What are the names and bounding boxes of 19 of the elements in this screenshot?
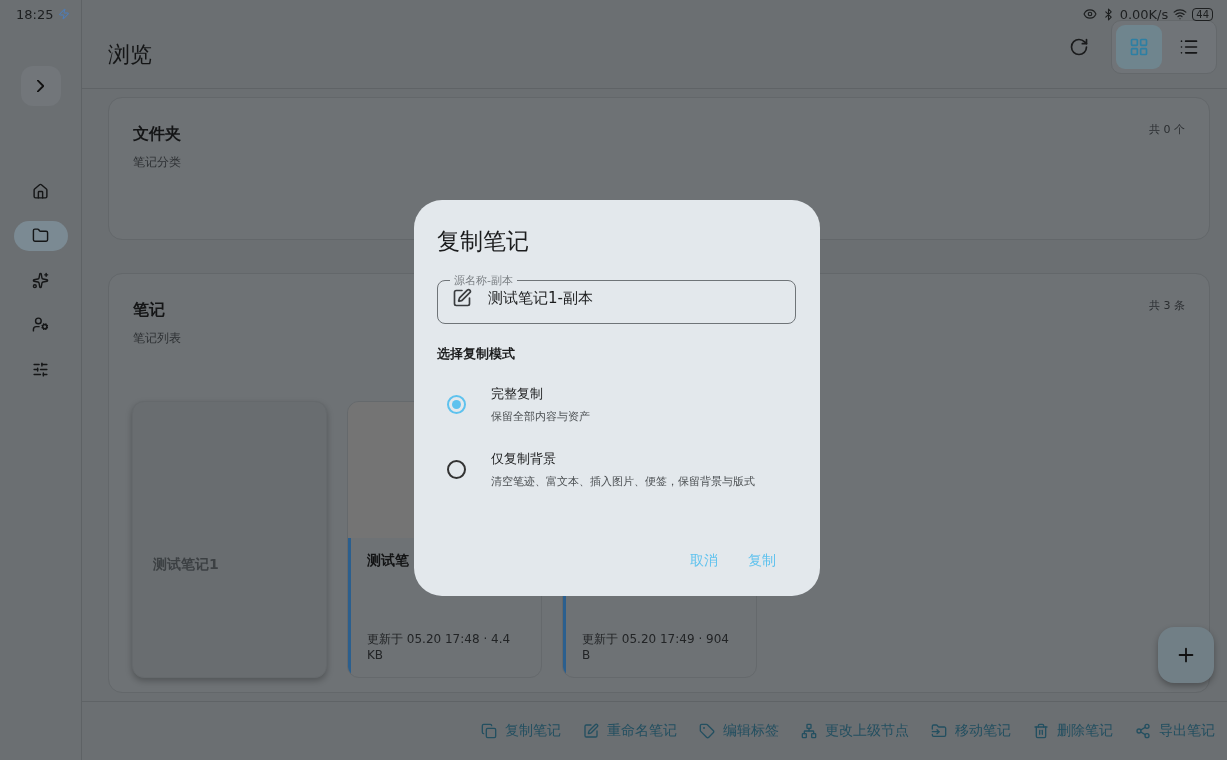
battery-level: 44	[1192, 7, 1213, 21]
folder-count: 共 0 个	[1149, 121, 1185, 137]
page-title: 浏览	[108, 40, 152, 69]
note-meta: 更新于 05.20 17:48 · 4.4 KB	[367, 630, 512, 663]
option-description: 清空笔迹、富文本、插入图片、便签，保留背景与版式	[491, 474, 755, 489]
option-description: 保留全部内容与资产	[491, 409, 590, 424]
section-title: 笔记	[133, 299, 166, 321]
section-subtitle: 笔记列表	[133, 329, 181, 347]
option-title: 仅复制背景	[491, 450, 557, 468]
note-count: 共 3 条	[1149, 297, 1185, 313]
option-title: 完整复制	[491, 385, 544, 403]
section-title: 文件夹	[133, 123, 181, 145]
note-meta: 更新于 05.20 17:49 · 904 B	[582, 630, 730, 663]
section-label: 选择复制模式	[437, 345, 516, 363]
network-speed: 0.00K/s	[1119, 6, 1169, 22]
note-title: 测试笔	[367, 551, 410, 570]
section-subtitle: 笔记分类	[133, 153, 181, 171]
dialog-title: 复制笔记	[437, 227, 530, 256]
clock: 18:25	[16, 6, 54, 22]
